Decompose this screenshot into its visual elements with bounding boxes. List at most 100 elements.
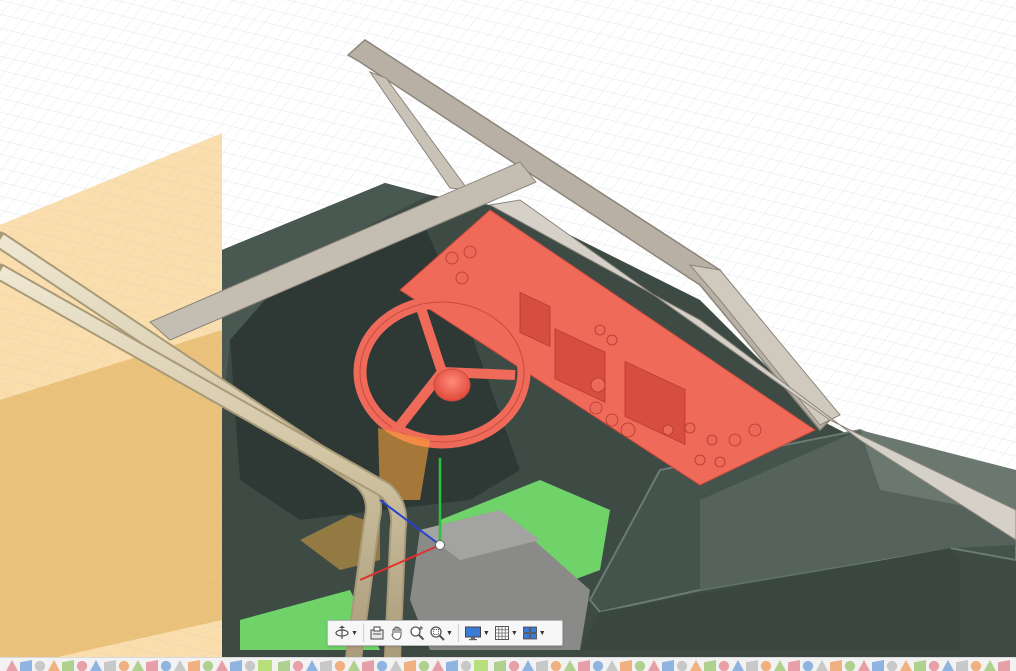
timeline-feature-icon[interactable] — [216, 660, 228, 671]
timeline-feature-icon[interactable] — [606, 660, 618, 671]
timeline-feature-icon[interactable] — [802, 660, 814, 671]
viewports-icon — [522, 626, 537, 640]
timeline-feature-icon[interactable] — [76, 660, 88, 671]
timeline-feature-icon[interactable] — [306, 660, 318, 671]
timeline-feature-icon[interactable] — [872, 660, 884, 671]
look-at-icon — [370, 626, 384, 640]
timeline-feature-icon[interactable] — [676, 660, 688, 671]
timeline-feature-icon[interactable] — [146, 660, 158, 671]
timeline-feature-icon[interactable] — [928, 660, 940, 671]
timeline-feature-icon[interactable] — [564, 660, 576, 671]
timeline-feature-icon[interactable] — [788, 660, 800, 671]
timeline-feature-icon[interactable] — [886, 660, 898, 671]
origin-point[interactable] — [435, 540, 445, 550]
zoom-button[interactable] — [407, 622, 427, 644]
timeline-feature-icon[interactable] — [104, 660, 116, 671]
timeline-feature-icon[interactable] — [844, 660, 856, 671]
timeline-feature-icon[interactable] — [760, 660, 772, 671]
viewports-button[interactable]: ▼ — [520, 622, 548, 644]
grid-settings-icon — [494, 626, 509, 640]
timeline-feature-icon[interactable] — [620, 660, 632, 671]
timeline-track — [0, 660, 1016, 671]
timeline-feature-icon[interactable] — [90, 660, 102, 671]
navigation-toolbar: ▼ ▼ ▼ ▼ ▼ — [327, 620, 563, 646]
timeline-feature-icon[interactable] — [404, 660, 416, 671]
timeline-feature-icon[interactable] — [446, 660, 458, 671]
orbit-button[interactable]: ▼ — [332, 622, 360, 644]
timeline-feature-icon[interactable] — [648, 660, 660, 671]
timeline-feature-icon[interactable] — [292, 660, 304, 671]
timeline-feature-icon[interactable] — [460, 660, 472, 671]
timeline-feature-icon[interactable] — [970, 660, 982, 671]
fit-menu-caret[interactable]: ▼ — [446, 630, 453, 637]
timeline-feature-icon[interactable] — [160, 660, 172, 671]
timeline-feature-icon[interactable] — [592, 660, 604, 671]
timeline-feature-icon[interactable] — [432, 660, 444, 671]
timeline-feature-icon[interactable] — [732, 660, 744, 671]
display-settings-icon — [464, 626, 481, 641]
timeline-feature-icon[interactable] — [704, 660, 716, 671]
timeline-marker[interactable] — [258, 660, 272, 671]
timeline-feature-icon[interactable] — [6, 660, 18, 671]
toolbar-divider — [457, 624, 459, 642]
timeline-feature-icon[interactable] — [48, 660, 60, 671]
pan-hand-icon — [391, 626, 402, 641]
fit-zoom-icon — [430, 626, 445, 641]
grid-settings-button[interactable]: ▼ — [492, 622, 520, 644]
design-timeline[interactable] — [0, 657, 1016, 671]
timeline-feature-icon[interactable] — [202, 660, 214, 671]
display-settings-button[interactable]: ▼ — [462, 622, 492, 644]
timeline-feature-icon[interactable] — [188, 660, 200, 671]
timeline-feature-icon[interactable] — [334, 660, 346, 671]
zoom-icon — [410, 626, 425, 641]
timeline-feature-icon[interactable] — [956, 660, 968, 671]
timeline-feature-icon[interactable] — [830, 660, 842, 671]
timeline-feature-icon[interactable] — [244, 660, 256, 671]
timeline-feature-icon[interactable] — [34, 660, 46, 671]
timeline-feature-icon[interactable] — [522, 660, 534, 671]
timeline-feature-icon[interactable] — [550, 660, 562, 671]
timeline-feature-icon[interactable] — [118, 660, 130, 671]
timeline-feature-icon[interactable] — [376, 660, 388, 671]
3d-viewport[interactable] — [0, 0, 1016, 670]
viewports-caret[interactable]: ▼ — [539, 630, 546, 637]
model-scene[interactable] — [0, 0, 1016, 670]
timeline-feature-icon[interactable] — [230, 660, 242, 671]
timeline-feature-icon[interactable] — [942, 660, 954, 671]
timeline-feature-icon[interactable] — [774, 660, 786, 671]
pan-button[interactable] — [387, 622, 407, 644]
timeline-feature-icon[interactable] — [362, 660, 374, 671]
timeline-feature-icon[interactable] — [320, 660, 332, 671]
timeline-feature-icon[interactable] — [508, 660, 520, 671]
timeline-feature-icon[interactable] — [348, 660, 360, 671]
timeline-feature-icon[interactable] — [662, 660, 674, 671]
timeline-feature-icon[interactable] — [62, 660, 74, 671]
timeline-feature-icon[interactable] — [278, 660, 290, 671]
timeline-feature-icon[interactable] — [418, 660, 430, 671]
timeline-feature-icon[interactable] — [390, 660, 402, 671]
timeline-feature-icon[interactable] — [998, 660, 1010, 671]
timeline-feature-icon[interactable] — [858, 660, 870, 671]
look-at-button[interactable] — [367, 622, 387, 644]
timeline-feature-icon[interactable] — [174, 660, 186, 671]
timeline-feature-icon[interactable] — [900, 660, 912, 671]
timeline-feature-icon[interactable] — [132, 660, 144, 671]
timeline-feature-icon[interactable] — [816, 660, 828, 671]
timeline-feature-icon[interactable] — [578, 660, 590, 671]
timeline-feature-icon[interactable] — [690, 660, 702, 671]
orbit-icon — [335, 625, 349, 639]
timeline-feature-icon[interactable] — [494, 660, 506, 671]
grid-settings-caret[interactable]: ▼ — [511, 630, 518, 637]
timeline-feature-icon[interactable] — [746, 660, 758, 671]
display-settings-caret[interactable]: ▼ — [483, 630, 490, 637]
toolbar-divider — [362, 624, 364, 642]
timeline-feature-icon[interactable] — [536, 660, 548, 671]
timeline-feature-icon[interactable] — [984, 660, 996, 671]
orbit-menu-caret[interactable]: ▼ — [351, 630, 358, 637]
timeline-feature-icon[interactable] — [914, 660, 926, 671]
timeline-feature-icon[interactable] — [718, 660, 730, 671]
timeline-feature-icon[interactable] — [20, 660, 32, 671]
fit-button[interactable]: ▼ — [427, 622, 455, 644]
timeline-feature-icon[interactable] — [634, 660, 646, 671]
timeline-marker[interactable] — [474, 660, 488, 671]
